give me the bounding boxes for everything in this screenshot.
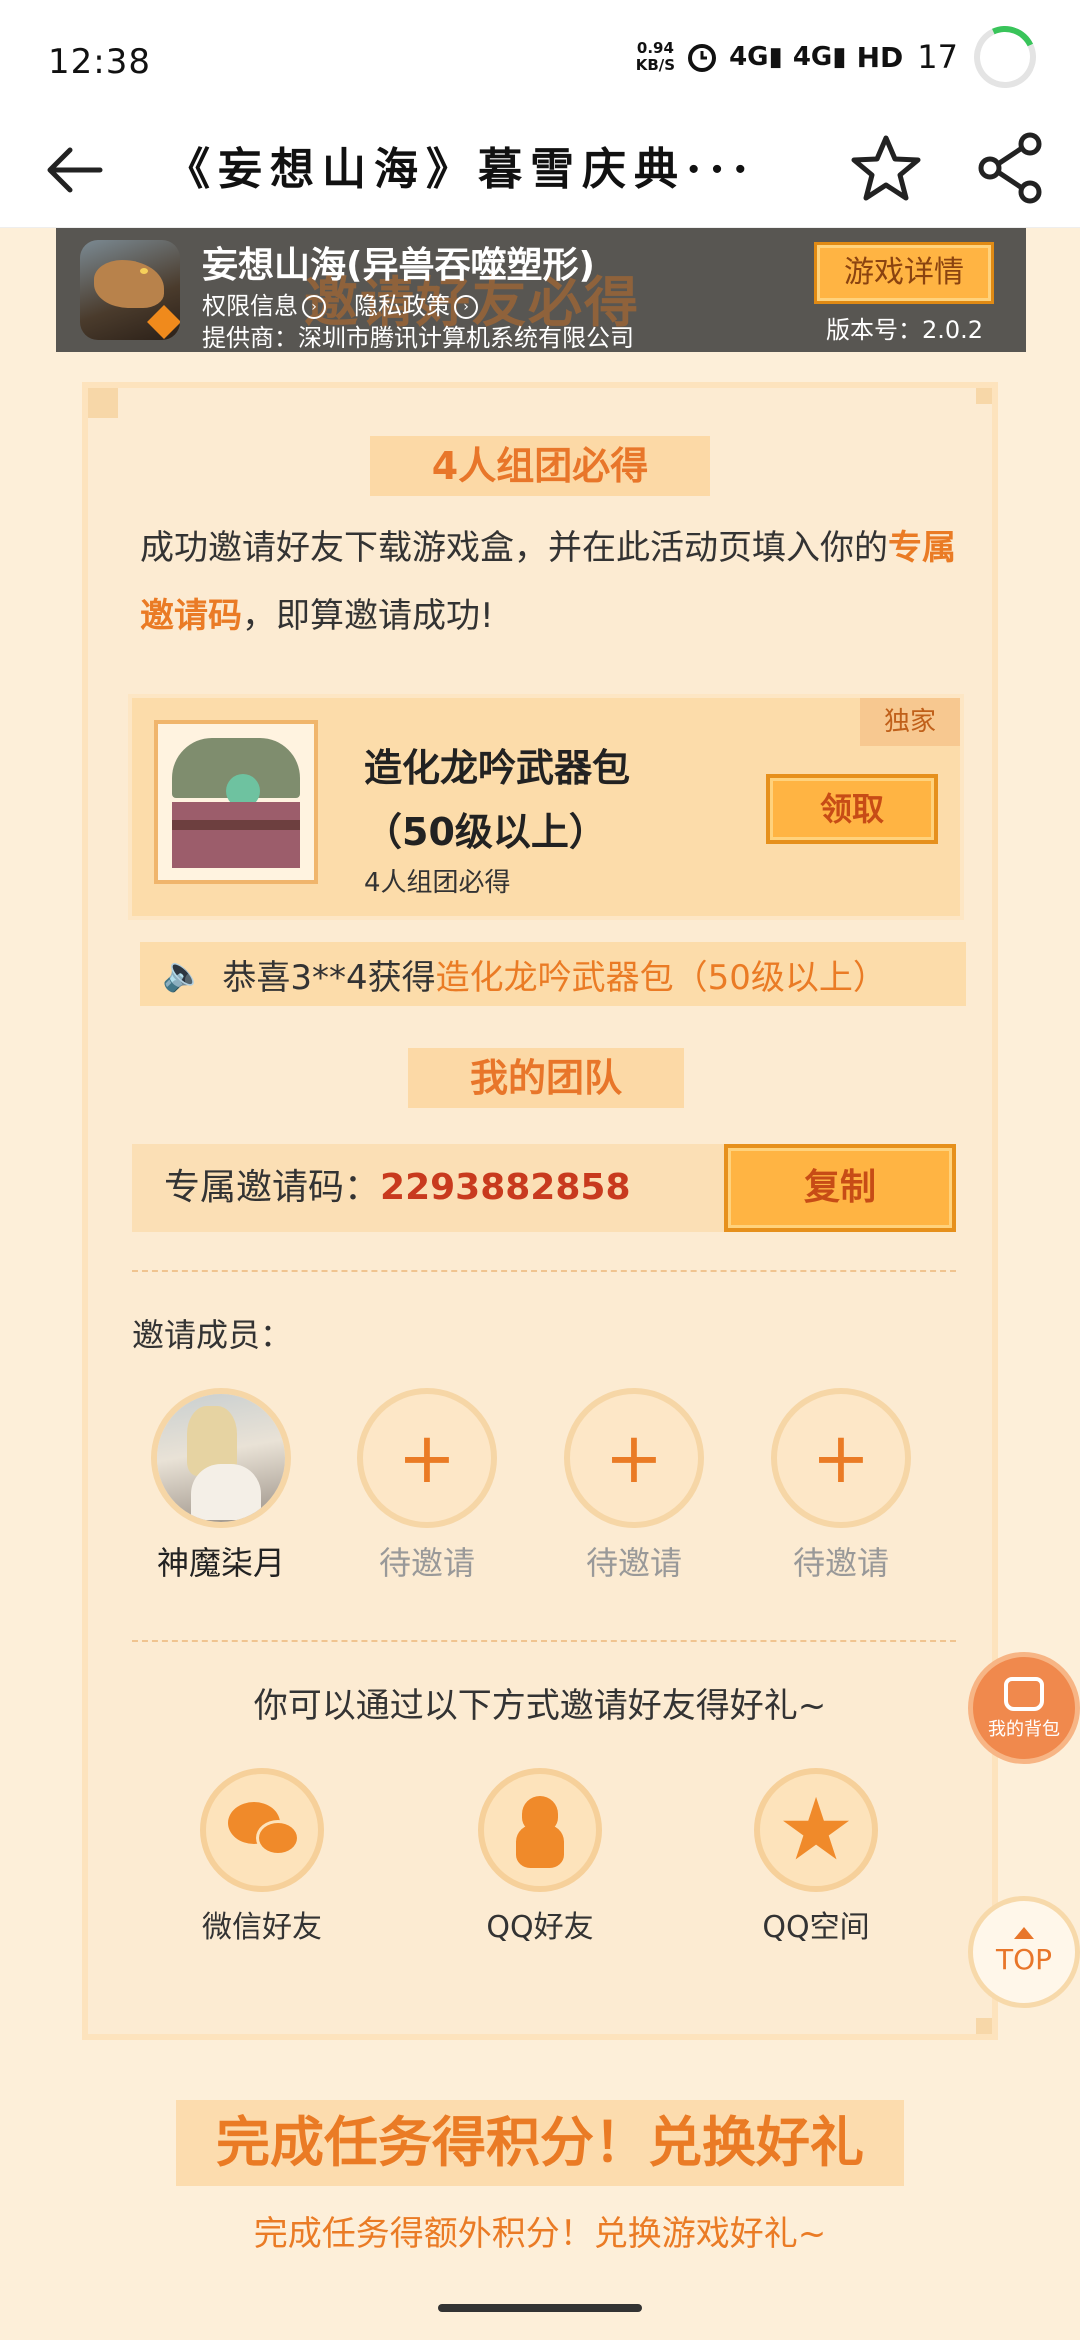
exclusive-badge: 独家 — [860, 698, 960, 746]
game-app-icon — [80, 240, 180, 340]
game-version: 版本号：2.0.2 — [826, 316, 984, 344]
battery-ring-icon — [965, 17, 1045, 97]
page-title: 《妄想山海》暮雪庆典··· — [166, 144, 756, 195]
plus-icon: + — [604, 1417, 664, 1499]
invite-slot[interactable]: + 待邀请 — [342, 1388, 512, 1584]
share-wechat[interactable]: 微信好友 — [172, 1768, 352, 1946]
tasks-subtitle: 完成任务得额外积分！兑换游戏好礼~ — [253, 2214, 827, 2254]
team-reward-description: 成功邀请好友下载游戏盒，并在此活动页填入你的专属邀请码，即算邀请成功! — [140, 528, 956, 636]
speaker-icon: 🔈 — [162, 954, 205, 994]
share-title: 你可以通过以下方式邀请好友得好礼~ — [253, 1686, 827, 1726]
pixel-decoration — [976, 388, 992, 404]
qq-icon[interactable] — [478, 1768, 602, 1892]
chevron-right-icon: › — [302, 295, 326, 319]
arrow-up-icon — [1014, 1927, 1034, 1939]
plus-icon: + — [811, 1417, 871, 1499]
permission-link[interactable]: 权限信息 › — [202, 286, 326, 321]
network-speed: 0.94 KB/S — [635, 39, 676, 74]
copy-button[interactable]: 复制 — [724, 1144, 956, 1232]
add-member-button[interactable]: + — [771, 1388, 911, 1528]
my-bag-button[interactable]: 我的背包 — [968, 1652, 1080, 1764]
app-header: 《妄想山海》暮雪庆典··· — [0, 110, 1080, 228]
hd-icon: HD — [856, 40, 904, 74]
divider — [132, 1640, 956, 1642]
member-name: 待邀请 — [792, 1544, 889, 1582]
share-label: QQ好友 — [486, 1910, 594, 1945]
game-provider: 提供商：深圳市腾讯计算机系统有限公司 — [202, 324, 634, 352]
star-icon[interactable] — [846, 128, 926, 208]
tasks-title: 完成任务得积分！兑换好礼 — [176, 2100, 904, 2186]
invite-code: 2293882858 — [380, 1167, 631, 1208]
reward-name: 造化龙吟武器包（50级以上） — [364, 746, 631, 854]
weapon-chest-image — [154, 720, 318, 884]
member-name: 待邀请 — [585, 1544, 682, 1582]
share-label: 微信好友 — [202, 1910, 322, 1945]
game-name: 妄想山海(异兽吞噬塑形) — [202, 245, 595, 286]
bag-label: 我的背包 — [988, 1719, 1060, 1740]
game-links: 权限信息 › 隐私政策 › — [202, 286, 478, 321]
wechat-icon[interactable] — [200, 1768, 324, 1892]
status-bar: 12:38 0.94 KB/S 4G▮ 4G▮ HD 17 — [0, 0, 1080, 110]
member-name: 待邀请 — [378, 1544, 475, 1582]
share-label: QQ空间 — [762, 1910, 870, 1945]
alarm-icon — [688, 44, 717, 72]
avatar — [151, 1388, 291, 1528]
add-member-button[interactable]: + — [564, 1388, 704, 1528]
game-detail-button[interactable]: 游戏详情 — [814, 242, 994, 304]
top-label: TOP — [995, 1943, 1053, 1976]
claim-button[interactable]: 领取 — [766, 774, 938, 844]
game-info-banner: 邀请好友必得 妄想山海(异兽吞噬塑形) 权限信息 › 隐私政策 › 提供商：深圳市腾… — [56, 228, 1026, 352]
my-team-title: 我的团队 — [408, 1048, 684, 1108]
share-qq[interactable]: QQ好友 — [450, 1768, 630, 1946]
plus-icon: + — [397, 1417, 457, 1499]
winner-announcement: 🔈 恭喜3**4获得 造化龙吟武器包（50级以上） — [140, 942, 966, 1006]
reward-condition: 4人组团必得 — [364, 868, 511, 898]
share-icon[interactable] — [972, 128, 1052, 208]
member-slot: 神魔柒月 — [136, 1388, 306, 1584]
team-reward-title: 4人组团必得 — [370, 436, 710, 496]
divider — [132, 1270, 956, 1272]
chevron-right-icon: › — [454, 295, 478, 319]
invite-slot[interactable]: + 待邀请 — [756, 1388, 926, 1584]
invite-slot[interactable]: + 待邀请 — [549, 1388, 719, 1584]
member-name: 神魔柒月 — [156, 1544, 285, 1582]
signal-icon-2: 4G▮ — [792, 42, 847, 72]
home-indicator[interactable] — [438, 2304, 642, 2312]
backpack-icon — [1004, 1677, 1044, 1711]
battery-level: 17 — [917, 38, 958, 76]
privacy-link[interactable]: 隐私政策 › — [354, 286, 478, 321]
signal-icon-1: 4G▮ — [729, 42, 783, 72]
back-to-top-button[interactable]: TOP — [968, 1896, 1080, 2008]
back-arrow-icon[interactable] — [38, 130, 118, 210]
share-qzone[interactable]: ★ QQ空间 — [726, 1768, 906, 1946]
activity-card: 4人组团必得 成功邀请好友下载游戏盒，并在此活动页填入你的专属邀请码，即算邀请成… — [82, 382, 998, 2040]
invite-code-row: 专属邀请码：2293882858 — [132, 1144, 732, 1232]
reward-item: 独家 造化龙吟武器包（50级以上） 4人组团必得 领取 — [128, 694, 964, 920]
qzone-icon[interactable]: ★ — [754, 1768, 878, 1892]
status-time: 12:38 — [48, 42, 151, 82]
pixel-decoration — [976, 2018, 992, 2034]
pixel-decoration — [88, 388, 118, 418]
status-indicators: 0.94 KB/S 4G▮ 4G▮ HD 17 — [635, 17, 1045, 97]
add-member-button[interactable]: + — [357, 1388, 497, 1528]
members-label: 邀请成员： — [132, 1316, 293, 1354]
